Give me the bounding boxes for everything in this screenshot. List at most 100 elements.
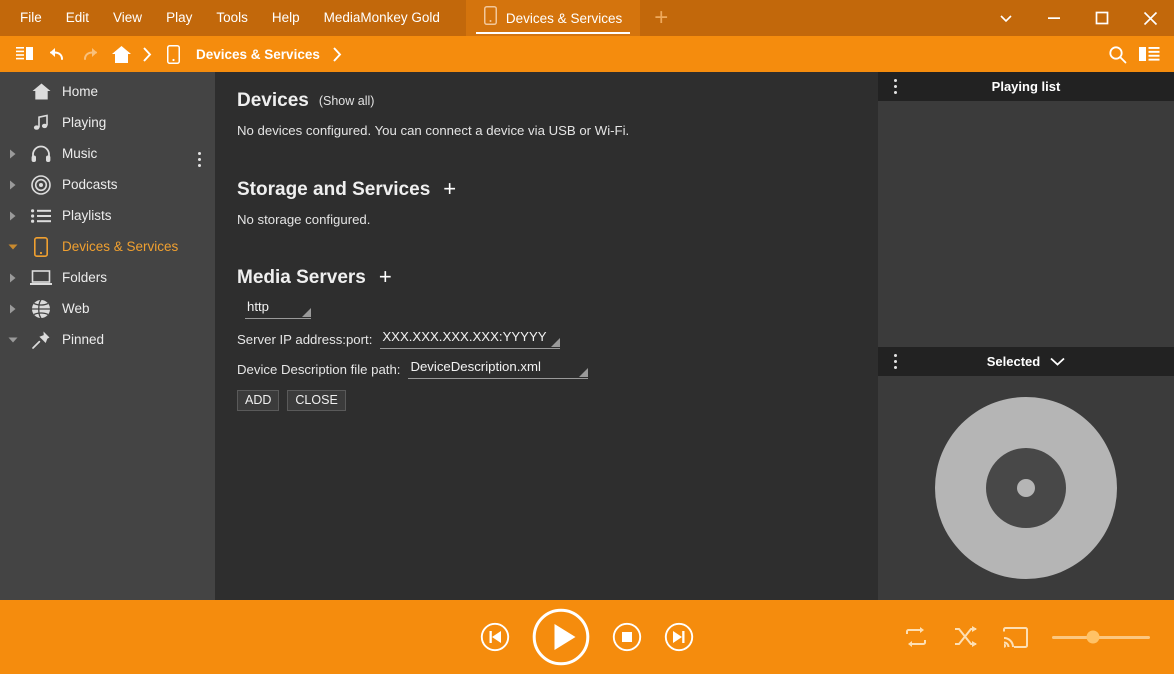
playing-list-body[interactable] [878, 101, 1174, 347]
sidebar-item-label: Web [56, 301, 90, 316]
selected-more-options-icon[interactable] [888, 347, 902, 376]
minimize-button[interactable] [1030, 0, 1078, 36]
menu-mediamonkey-gold[interactable]: MediaMonkey Gold [312, 0, 452, 36]
device-description-input[interactable]: DeviceDescription.xml [408, 358, 588, 379]
show-all-link[interactable]: (Show all) [319, 94, 375, 108]
media-servers-section-header: Media Servers + [237, 267, 878, 289]
window-controls [982, 0, 1174, 36]
add-button[interactable]: ADD [237, 390, 279, 411]
chevron-right-icon[interactable] [0, 211, 26, 221]
redo-icon[interactable] [74, 39, 104, 69]
menu-view[interactable]: View [101, 0, 154, 36]
pin-icon [26, 330, 56, 350]
chevron-down-icon[interactable] [1050, 357, 1065, 367]
server-ip-input[interactable]: XXX.XXX.XXX.XXX:YYYYY [380, 328, 560, 349]
tab-devices-and-services[interactable]: Devices & Services [466, 0, 640, 36]
chevron-down-icon[interactable] [0, 336, 26, 344]
repeat-icon[interactable] [903, 626, 929, 648]
tab-label: Devices & Services [506, 11, 622, 26]
list-icon [26, 209, 56, 223]
breadcrumb-device-icon[interactable] [158, 39, 188, 69]
selected-title: Selected [987, 354, 1040, 369]
menu-edit[interactable]: Edit [54, 0, 101, 36]
player-right-controls [903, 626, 1174, 648]
sidebar-item-label: Folders [56, 270, 107, 285]
sidebar-item-web[interactable]: Web [0, 293, 215, 324]
sidebar-item-label: Devices & Services [56, 239, 178, 254]
server-ip-grip-icon [551, 338, 560, 347]
sidebar-item-podcasts[interactable]: Podcasts [0, 169, 215, 200]
chevron-down-icon[interactable] [0, 243, 26, 251]
sidebar-item-label: Home [56, 84, 98, 99]
protocol-select[interactable]: http [245, 298, 311, 319]
play-icon[interactable] [532, 608, 590, 666]
previous-track-icon[interactable] [480, 622, 510, 652]
device-description-row: Device Description file path: DeviceDesc… [237, 358, 878, 379]
add-media-server-button[interactable]: + [376, 266, 395, 288]
sidebar-item-home[interactable]: Home [0, 76, 215, 107]
breadcrumb-separator-1 [138, 47, 156, 62]
breadcrumb-separator-2[interactable] [328, 47, 346, 62]
protocol-row: http [237, 298, 878, 319]
cast-icon[interactable] [1003, 627, 1028, 648]
playing-list-more-options-icon[interactable] [888, 72, 902, 101]
selected-body[interactable] [878, 376, 1174, 600]
new-tab-button[interactable]: + [640, 0, 682, 36]
note-icon [26, 114, 56, 132]
folder-icon [26, 270, 56, 286]
tab-strip: Devices & Services + [466, 0, 682, 36]
shuffle-icon[interactable] [953, 626, 979, 648]
menu-file[interactable]: File [8, 0, 54, 36]
layout-toggle-icon[interactable] [1134, 39, 1164, 69]
album-art-placeholder [878, 376, 1174, 600]
sidebar-item-playing[interactable]: Playing [0, 107, 215, 138]
playing-list-title: Playing list [992, 79, 1061, 94]
close-button[interactable]: CLOSE [287, 390, 345, 411]
sidebar-item-pinned[interactable]: Pinned [0, 324, 215, 355]
home-icon[interactable] [106, 39, 136, 69]
breadcrumb[interactable]: Devices & Services [190, 47, 326, 62]
add-storage-button[interactable]: + [440, 178, 459, 200]
sidebar: Home Playing [0, 72, 215, 600]
volume-knob[interactable] [1087, 631, 1100, 644]
selected-header: Selected [878, 347, 1174, 376]
sidebar-item-folders[interactable]: Folders [0, 262, 215, 293]
server-ip-label: Server IP address:port: [237, 332, 372, 349]
chevron-right-icon[interactable] [0, 273, 26, 283]
next-track-icon[interactable] [664, 622, 694, 652]
sidebar-item-music[interactable]: Music [0, 138, 215, 169]
chevron-right-icon[interactable] [0, 149, 26, 159]
collapse-button[interactable] [982, 0, 1030, 36]
undo-icon[interactable] [42, 39, 72, 69]
sidebar-item-label: Playing [56, 115, 106, 130]
devices-title: Devices [237, 90, 309, 112]
devices-section-header: Devices (Show all) [237, 90, 878, 112]
sidebar-item-playlists[interactable]: Playlists [0, 200, 215, 231]
maximize-button[interactable] [1078, 0, 1126, 36]
device-description-grip-icon [579, 368, 588, 377]
media-servers-title: Media Servers [237, 267, 366, 289]
menu-play[interactable]: Play [154, 0, 204, 36]
volume-slider[interactable] [1052, 636, 1150, 639]
app-window: File Edit View Play Tools Help MediaMonk… [0, 0, 1174, 674]
menu-tools[interactable]: Tools [204, 0, 260, 36]
chevron-right-icon[interactable] [0, 304, 26, 314]
sidebar-item-label: Music [56, 146, 97, 161]
panel-toggle-icon[interactable] [10, 39, 40, 69]
close-button[interactable] [1126, 0, 1174, 36]
headphones-icon [26, 145, 56, 163]
storage-title: Storage and Services [237, 179, 430, 201]
home-icon [26, 83, 56, 100]
body: Home Playing [0, 72, 1174, 600]
sidebar-item-label: Playlists [56, 208, 112, 223]
menu-help[interactable]: Help [260, 0, 312, 36]
search-icon[interactable] [1102, 39, 1132, 69]
chevron-right-icon[interactable] [0, 180, 26, 190]
protocol-grip-icon [302, 308, 311, 317]
device-description-value: DeviceDescription.xml [410, 359, 540, 374]
volume-track [1052, 636, 1150, 639]
devices-empty-text: No devices configured. You can connect a… [237, 123, 878, 138]
stop-icon[interactable] [612, 622, 642, 652]
sidebar-item-devices-and-services[interactable]: Devices & Services [0, 231, 215, 262]
server-ip-row: Server IP address:port: XXX.XXX.XXX.XXX:… [237, 328, 878, 349]
